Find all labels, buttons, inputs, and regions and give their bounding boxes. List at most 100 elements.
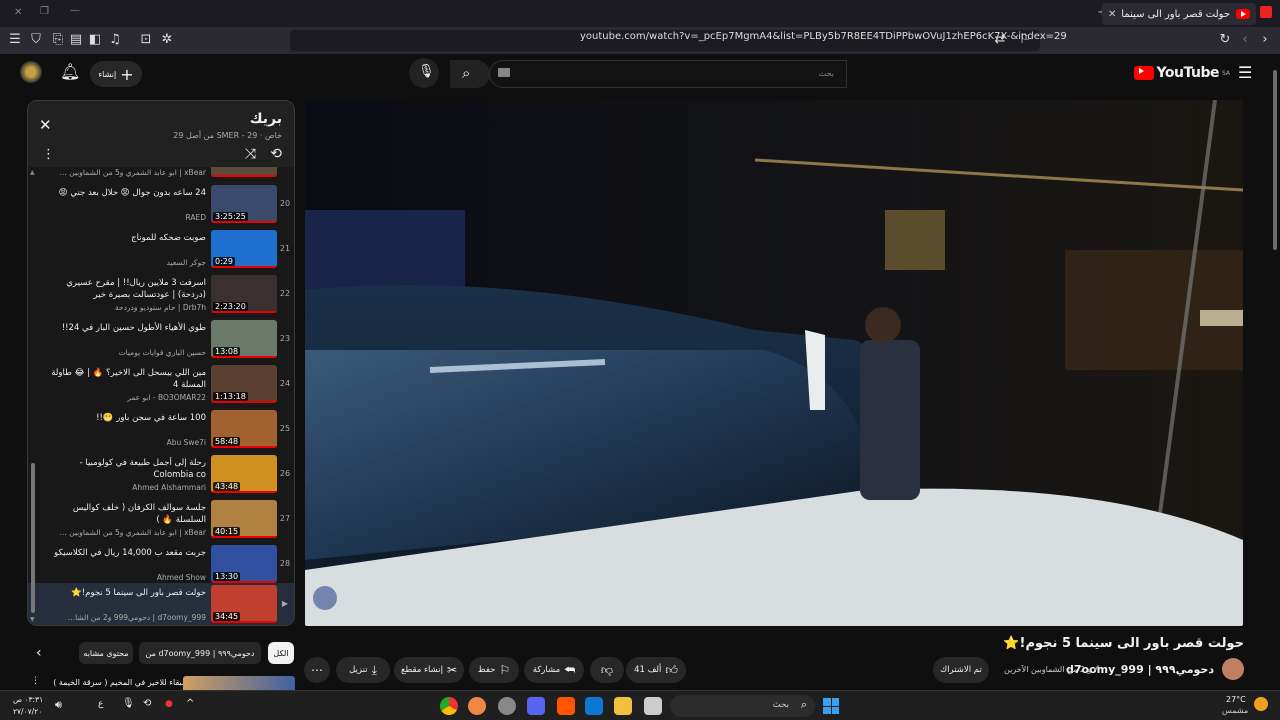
bookmarks-icon[interactable]: ⎘ [50, 32, 66, 48]
shield-icon[interactable]: ⛉ [28, 32, 44, 48]
dislike-button[interactable]: 👎︎ [590, 657, 624, 683]
page-scrollbar[interactable] [1272, 58, 1278, 688]
close-tab-icon[interactable]: ✕ [1108, 9, 1116, 20]
playlist-item[interactable]: 22 2:23:20 اسرفت 3 ملايين ريال!! | مقرح عس… [28, 273, 294, 318]
close-window-icon[interactable]: ✕ [14, 7, 22, 18]
volume-icon[interactable]: 🔊︎ [55, 698, 62, 712]
screenshot-icon[interactable]: ⊡ [138, 32, 154, 48]
loop-icon[interactable]: ⟲ [270, 146, 282, 162]
playlist-item-thumbnail: 43:48 [211, 455, 277, 493]
store-icon[interactable] [585, 697, 603, 715]
download-button[interactable]: تنزيل ⤓ [336, 657, 390, 683]
more-actions-button[interactable]: ⋯ [304, 657, 330, 683]
video-frame [305, 100, 1243, 626]
discord-icon[interactable] [527, 697, 545, 715]
create-button[interactable]: إنشاء + [90, 61, 142, 87]
show-hidden-icons[interactable]: ^ [186, 698, 194, 709]
weather-temp[interactable]: 27°C [1226, 695, 1246, 704]
search-button[interactable]: ⌕ [450, 60, 490, 88]
youtube-logo[interactable]: YouTube SA [1133, 65, 1230, 81]
playlist-item[interactable]: 20 3:25:25 24 ساعه بدون جوال 😡 حلال بعد جن… [28, 183, 294, 228]
playlist-item[interactable]: xBear | ابو عابد الشمري و5 من الشماوبين … [28, 167, 294, 181]
playlist-title[interactable]: بريك [250, 111, 282, 127]
watched-progress-bar [211, 536, 277, 538]
notifications-bell-icon[interactable]: 🔔︎ [60, 62, 80, 81]
brave-icon[interactable] [557, 697, 575, 715]
start-button[interactable] [823, 698, 839, 714]
youtube-logo-icon [1133, 66, 1154, 80]
language-indicator[interactable]: ع [98, 699, 103, 709]
watched-progress-bar [211, 356, 277, 358]
app-gray-icon[interactable] [498, 697, 516, 715]
tab-list-icon[interactable] [1260, 6, 1272, 18]
channel-avatar[interactable] [1222, 658, 1244, 680]
collab-text[interactable]: و 2 من الشماوبين الآخرين [1004, 665, 1091, 674]
tab-title: حولت قصر باور الى سينما 5 نجوم!⭐ [1122, 8, 1230, 20]
clip-button[interactable]: إنشاء مقطع ✂ [394, 657, 464, 683]
save-button[interactable]: حفظ ⚐ [469, 657, 519, 683]
mic-tray-icon[interactable]: 🎙︎ [122, 698, 135, 709]
share-button[interactable]: مشاركة ⮪ [524, 657, 584, 683]
extensions-icon[interactable]: ✲ [159, 32, 175, 48]
more-options-icon[interactable]: ⋮ [42, 147, 55, 162]
playlist-item-index: 24 [279, 379, 291, 388]
app-white-icon[interactable] [644, 697, 662, 715]
record-tray-icon[interactable]: ● [165, 699, 173, 709]
playlist-item[interactable]: ▶ 34:45 حولت قصر باور الى سينما 5 نجوم!⭐ d7… [28, 583, 294, 625]
reload-icon[interactable]: ↻ [1217, 32, 1233, 48]
playlist-item-duration: 40:15 [213, 527, 241, 536]
rec-more-icon[interactable]: ⋮ [31, 676, 40, 686]
playlist-item[interactable]: 21 0:29 صوبت ضحكه للموناج جوكر السعيد [28, 228, 294, 273]
close-icon[interactable]: ✕ [39, 116, 52, 134]
chrome-icon[interactable] [440, 697, 458, 715]
avatar[interactable] [20, 61, 42, 83]
keyboard-icon[interactable] [498, 68, 510, 77]
minimize-window-icon[interactable]: — [70, 5, 80, 16]
playlist-item[interactable]: 24 1:13:18 مين اللي بيسحل الى الاخير؟ 🔥 | … [28, 363, 294, 408]
playlist-item-thumbnail: 40:15 [211, 500, 277, 538]
guide-menu-icon[interactable]: ☰ [1238, 63, 1252, 82]
maximize-window-icon[interactable]: ❐ [40, 6, 49, 17]
scroll-up-arrow-icon[interactable]: ▲ [30, 169, 35, 176]
sync-tray-icon[interactable]: ⟲ [143, 698, 151, 709]
chips-next-arrow-icon[interactable]: ‹ [36, 645, 42, 661]
playlist-item[interactable]: 27 40:15 جلسة سوالف الكرفان ( خلف كواليس ا… [28, 498, 294, 543]
chip-all[interactable]: الكل [268, 642, 294, 664]
shuffle-icon[interactable]: ⤨ [245, 146, 256, 162]
video-player[interactable] [305, 100, 1243, 626]
bookmark-page-icon[interactable]: ⚐ [1017, 32, 1033, 48]
playlist-item-channel: BO3OMAR22 - ابو عمر [127, 393, 206, 402]
playlist-scrollbar[interactable] [31, 173, 35, 621]
playlist-item-channel: حسين الباري قوايات يوميات [118, 348, 206, 357]
playlist-item[interactable]: 26 43:48 رحلة إلى أجمل طبيعة في كولومبيا -… [28, 453, 294, 498]
next-recommendation[interactable]: ⋮ تحدي البقاء للاخير في المخيم ( سرقة ال… [27, 676, 295, 690]
chip-from-channel[interactable]: من d7oomy_999 | دحومي٩٩٩ [139, 642, 261, 664]
translate-icon[interactable]: ⇄ [992, 32, 1008, 48]
playlist-item-thumbnail: 13:30 [211, 545, 277, 583]
voice-search-button[interactable]: 🎙︎ [409, 58, 439, 88]
video-title: حولت قصر باور الى سينما 5 نجوم!⭐ [1003, 636, 1244, 651]
app-orange-icon[interactable] [468, 697, 486, 715]
playlist-item-thumbnail: 0:29 [211, 230, 277, 268]
playlist-item-title: مين اللي بيسحل الى الاخير؟ 🔥 | 😂 طاولة ا… [51, 368, 206, 390]
save-label: حفظ [477, 665, 496, 675]
music-icon[interactable]: ♫ [107, 32, 123, 48]
playlist-item[interactable]: 28 13:30 جربت مقعد ب 14,000 ريال في الكلاس… [28, 543, 294, 588]
reader-icon[interactable]: ▤ [68, 32, 84, 48]
search-input[interactable]: بحث [489, 60, 847, 88]
playlist-item[interactable]: 25 58:48 100 ساعة في سجن باور 😬!! Abu Swe7i [28, 408, 294, 453]
watched-progress-bar [211, 491, 277, 493]
taskbar-search[interactable]: بحث ⌕ [670, 695, 815, 717]
playlist-item-thumbnail: 2:23:20 [211, 275, 277, 313]
subscribe-button[interactable]: تم الاشتراك [933, 657, 989, 683]
chip-related[interactable]: محتوى مشابه [79, 642, 133, 664]
like-button[interactable]: 41 ألف 👍︎ [626, 657, 686, 683]
back-icon[interactable]: › [1257, 32, 1273, 48]
file-explorer-icon[interactable] [614, 697, 632, 715]
sidebar-icon[interactable]: ◧ [87, 32, 103, 48]
scroll-down-arrow-icon[interactable]: ▼ [30, 616, 35, 623]
playlist-item[interactable]: 23 13:08 طوي الأهياء الأطول حسين البار في … [28, 318, 294, 363]
menu-icon[interactable]: ☰ [7, 32, 23, 48]
forward-icon[interactable]: ‹ [1237, 32, 1253, 48]
browser-tab[interactable]: حولت قصر باور الى سينما 5 نجوم!⭐ ✕ [1102, 3, 1256, 25]
